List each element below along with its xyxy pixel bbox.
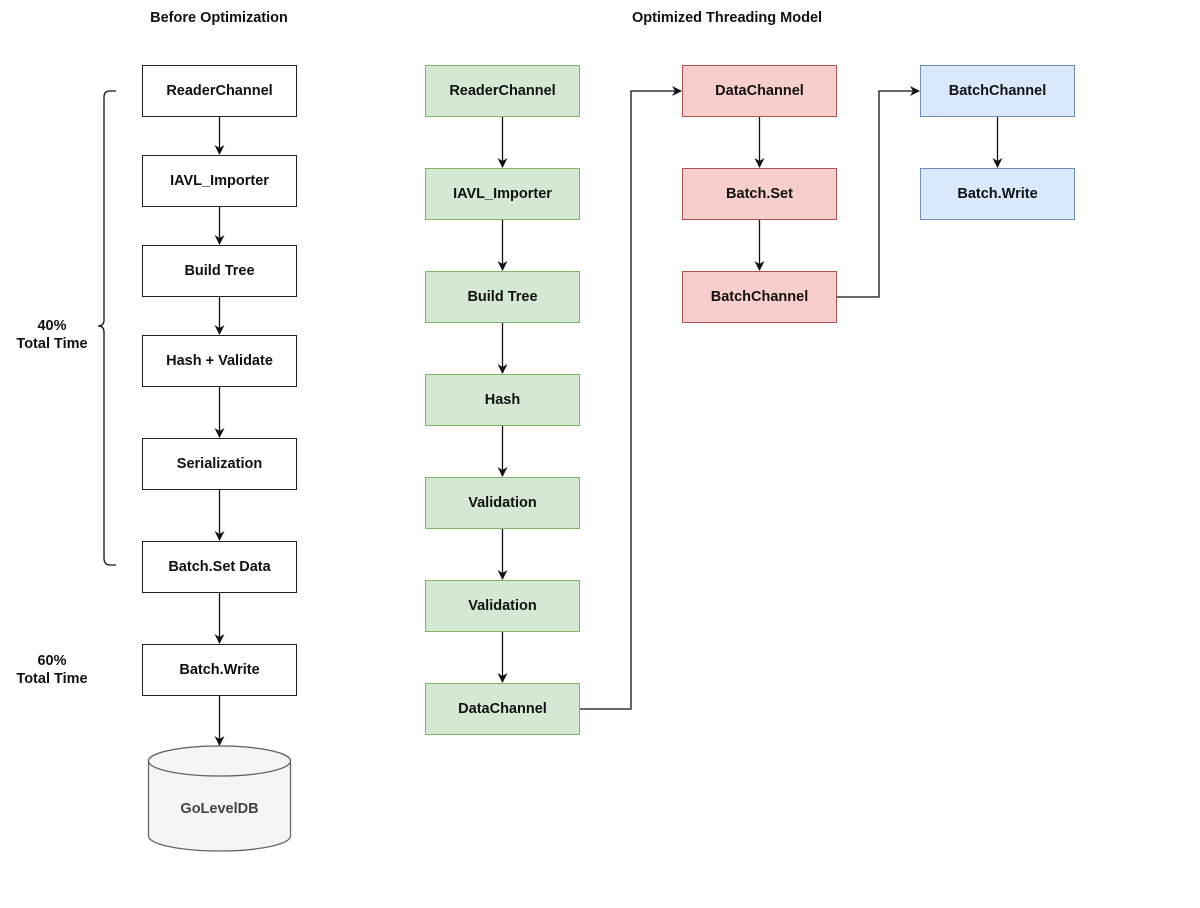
- lane2-node-batchchannel[interactable]: BatchChannel: [682, 271, 837, 323]
- annotation-40-percent-label: Total Time: [16, 336, 88, 352]
- title-before-optimization: Before Optimization: [150, 10, 288, 26]
- annotation-60-percent-label: Total Time: [16, 671, 88, 687]
- lane1-node-validation-5-label: Validation: [468, 598, 537, 614]
- before-node-iavl-importer-label: IAVL_Importer: [170, 173, 269, 189]
- lane1-node-build-tree-2-label: Build Tree: [467, 289, 538, 305]
- before-node-iavl-importer[interactable]: IAVL_Importer: [142, 155, 297, 207]
- diagram-canvas: Before Optimization Optimized Threading …: [0, 0, 1200, 908]
- database-label: GoLevelDB: [180, 800, 259, 817]
- before-node-build-tree[interactable]: Build Tree: [142, 245, 297, 297]
- lane1-node-datachannel-6[interactable]: DataChannel: [425, 683, 580, 735]
- annotation-60-percent: 60% Total Time: [16, 652, 87, 688]
- before-node-serialization[interactable]: Serialization: [142, 438, 297, 490]
- lane3-node-batch-write-label: Batch.Write: [957, 186, 1038, 202]
- lane1-node-datachannel-6-label: DataChannel: [458, 701, 547, 717]
- lane2-node-batch-set[interactable]: Batch.Set: [682, 168, 837, 220]
- lane1-node-readerchannel-0-label: ReaderChannel: [449, 83, 556, 99]
- before-node-batch-write[interactable]: Batch.Write: [142, 644, 297, 696]
- lane2-node-datachannel-label: DataChannel: [715, 83, 804, 99]
- lane1-node-readerchannel-0[interactable]: ReaderChannel: [425, 65, 580, 117]
- connector-lane2-to-lane3: [837, 86, 920, 298]
- lane2-node-batch-set-label: Batch.Set: [726, 186, 793, 202]
- before-node-readerchannel-label: ReaderChannel: [166, 83, 273, 99]
- lane1-node-validation-4[interactable]: Validation: [425, 477, 580, 529]
- lane1-node-build-tree-2[interactable]: Build Tree: [425, 271, 580, 323]
- before-node-batch-set-data-label: Batch.Set Data: [168, 559, 271, 575]
- connector-lane1-to-lane2: [580, 86, 682, 710]
- annotation-60-percent-value: 60%: [37, 653, 67, 669]
- database-cylinder-icon[interactable]: [147, 745, 292, 852]
- before-node-readerchannel[interactable]: ReaderChannel: [142, 65, 297, 117]
- lane3-node-batchchannel-label: BatchChannel: [948, 83, 1047, 99]
- lane2-node-batchchannel-label: BatchChannel: [710, 289, 809, 305]
- annotation-40-percent-value: 40%: [37, 318, 67, 334]
- lane3-node-batch-write[interactable]: Batch.Write: [920, 168, 1075, 220]
- before-node-hash-validate[interactable]: Hash + Validate: [142, 335, 297, 387]
- before-node-hash-validate-label: Hash + Validate: [166, 353, 273, 369]
- before-node-serialization-label: Serialization: [176, 456, 263, 472]
- lane3-node-batchchannel[interactable]: BatchChannel: [920, 65, 1075, 117]
- annotation-40-percent: 40% Total Time: [16, 317, 87, 353]
- lane1-node-validation-4-label: Validation: [468, 495, 537, 511]
- before-node-batch-set-data[interactable]: Batch.Set Data: [142, 541, 297, 593]
- brace-40-percent: [97, 90, 116, 566]
- lane1-node-iavl-importer-1-label: IAVL_Importer: [453, 186, 552, 202]
- lane1-node-hash-3[interactable]: Hash: [425, 374, 580, 426]
- before-node-batch-write-label: Batch.Write: [179, 662, 260, 678]
- lane1-node-iavl-importer-1[interactable]: IAVL_Importer: [425, 168, 580, 220]
- lane2-node-datachannel[interactable]: DataChannel: [682, 65, 837, 117]
- title-optimized-threading-model: Optimized Threading Model: [631, 10, 823, 26]
- before-node-build-tree-label: Build Tree: [184, 263, 255, 279]
- lane1-node-hash-3-label: Hash: [484, 392, 521, 408]
- lane1-node-validation-5[interactable]: Validation: [425, 580, 580, 632]
